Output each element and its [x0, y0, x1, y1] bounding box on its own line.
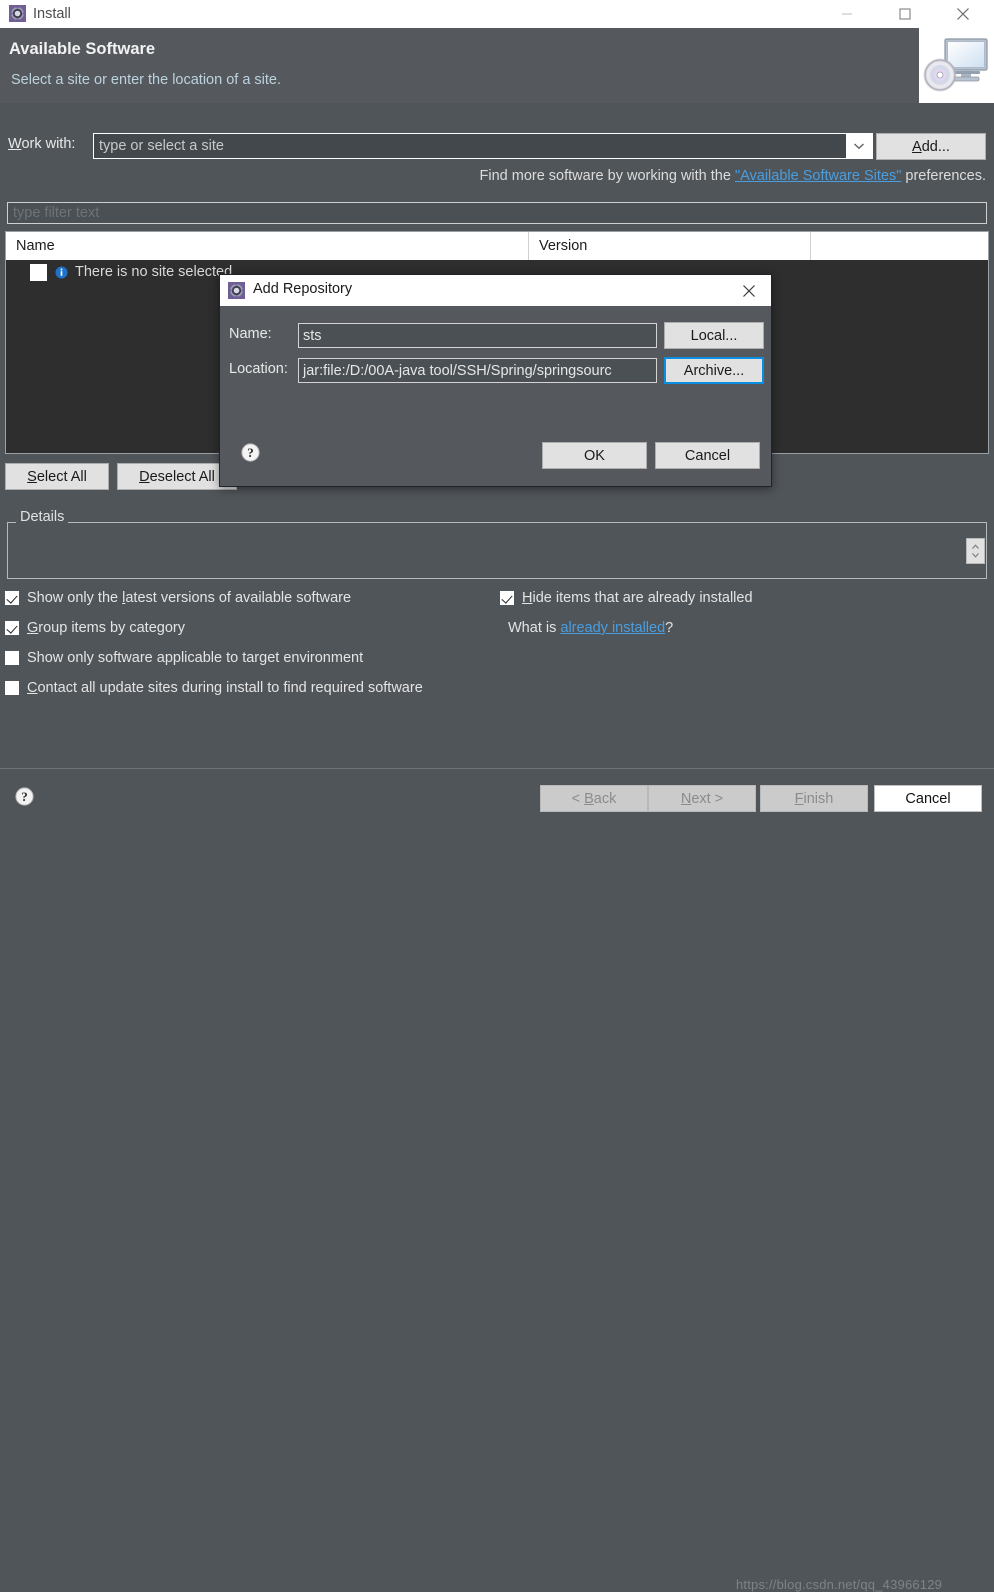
back-button[interactable]: < Back: [540, 785, 648, 812]
filter-input[interactable]: type filter text: [7, 202, 987, 224]
help-icon[interactable]: ?: [15, 787, 34, 811]
work-with-combo[interactable]: type or select a site: [93, 133, 873, 159]
row-name-cell: There is no site selected.: [75, 264, 237, 280]
checkbox-hide-installed-items[interactable]: Hide items that are already installed: [500, 590, 753, 606]
location-input-value: jar:file:/D:/00A-java tool/SSH/Spring/sp…: [303, 362, 612, 379]
svg-text:?: ?: [21, 789, 28, 804]
checkbox-box[interactable]: [500, 591, 514, 605]
checkbox-contact-update-sites[interactable]: Contact all update sites during install …: [5, 680, 423, 696]
info-icon: [55, 266, 68, 279]
checkbox-box[interactable]: [5, 651, 19, 665]
checkbox-box[interactable]: [5, 681, 19, 695]
column-header-version[interactable]: Version: [529, 232, 811, 260]
column-header-extra[interactable]: [811, 232, 988, 260]
computer-cd-icon: [919, 28, 994, 103]
dialog-title: Add Repository: [253, 281, 353, 297]
dialog-titlebar: Add Repository: [220, 275, 771, 306]
work-with-value: type or select a site: [99, 138, 224, 154]
find-more-software-hint: Find more software by working with the "…: [479, 168, 987, 184]
checkbox-box[interactable]: [5, 621, 19, 635]
local-button[interactable]: Local...: [664, 322, 764, 349]
filter-placeholder: type filter text: [13, 205, 100, 221]
wizard-button-bar: ? < Back Next > Finish Cancel https://bl…: [0, 768, 994, 1592]
checkbox-box[interactable]: [5, 591, 19, 605]
add-repository-dialog: Add Repository Name: sts Local... Locati…: [219, 274, 772, 487]
next-button[interactable]: Next >: [648, 785, 756, 812]
chevron-down-icon[interactable]: [846, 134, 872, 158]
available-software-sites-link[interactable]: "Available Software Sites": [735, 168, 901, 184]
help-icon[interactable]: ?: [241, 443, 260, 467]
dialog-cancel-button[interactable]: Cancel: [655, 442, 760, 469]
eclipse-install-icon: [9, 5, 26, 22]
cancel-button[interactable]: Cancel: [874, 785, 982, 812]
name-input[interactable]: sts: [298, 323, 657, 348]
minimize-icon[interactable]: [824, 0, 870, 28]
page-subtitle: Select a site or enter the location of a…: [11, 72, 282, 88]
details-legend: Details: [16, 509, 69, 525]
wizard-header: Available Software Select a site or ente…: [0, 28, 994, 103]
column-header-name[interactable]: Name: [6, 232, 529, 260]
row-checkbox[interactable]: [30, 263, 47, 281]
watermark: https://blog.csdn.net/qq_43966129: [736, 1577, 943, 1592]
select-all-button[interactable]: Select All: [5, 463, 109, 490]
table-header: Name Version: [6, 232, 988, 260]
expand-collapse-icon[interactable]: [966, 538, 985, 564]
window-title: Install: [33, 6, 71, 22]
checkbox-target-environment[interactable]: Show only software applicable to target …: [5, 650, 363, 666]
checkbox-group-by-category[interactable]: Group items by category: [5, 620, 185, 636]
finish-button[interactable]: Finish: [760, 785, 868, 812]
eclipse-install-icon: [228, 282, 245, 299]
add-button[interactable]: Add...: [876, 133, 986, 160]
name-label: Name:: [229, 326, 272, 342]
checkbox-show-latest-versions[interactable]: Show only the latest versions of availab…: [5, 590, 351, 606]
name-input-value: sts: [303, 327, 322, 344]
window-titlebar: Install: [0, 0, 994, 28]
maximize-icon[interactable]: [882, 0, 928, 28]
location-input[interactable]: jar:file:/D:/00A-java tool/SSH/Spring/sp…: [298, 358, 657, 383]
close-icon[interactable]: [727, 275, 771, 306]
ok-button[interactable]: OK: [542, 442, 647, 469]
what-is-already-installed-hint: What is already installed?: [508, 620, 674, 636]
details-group: [7, 522, 987, 579]
archive-button[interactable]: Archive...: [664, 357, 764, 384]
location-label: Location:: [229, 361, 288, 377]
svg-text:?: ?: [247, 445, 254, 460]
page-title: Available Software: [9, 40, 156, 58]
already-installed-link[interactable]: already installed: [560, 620, 665, 636]
work-with-label: Work with:: [8, 136, 76, 152]
close-icon[interactable]: [940, 0, 986, 28]
